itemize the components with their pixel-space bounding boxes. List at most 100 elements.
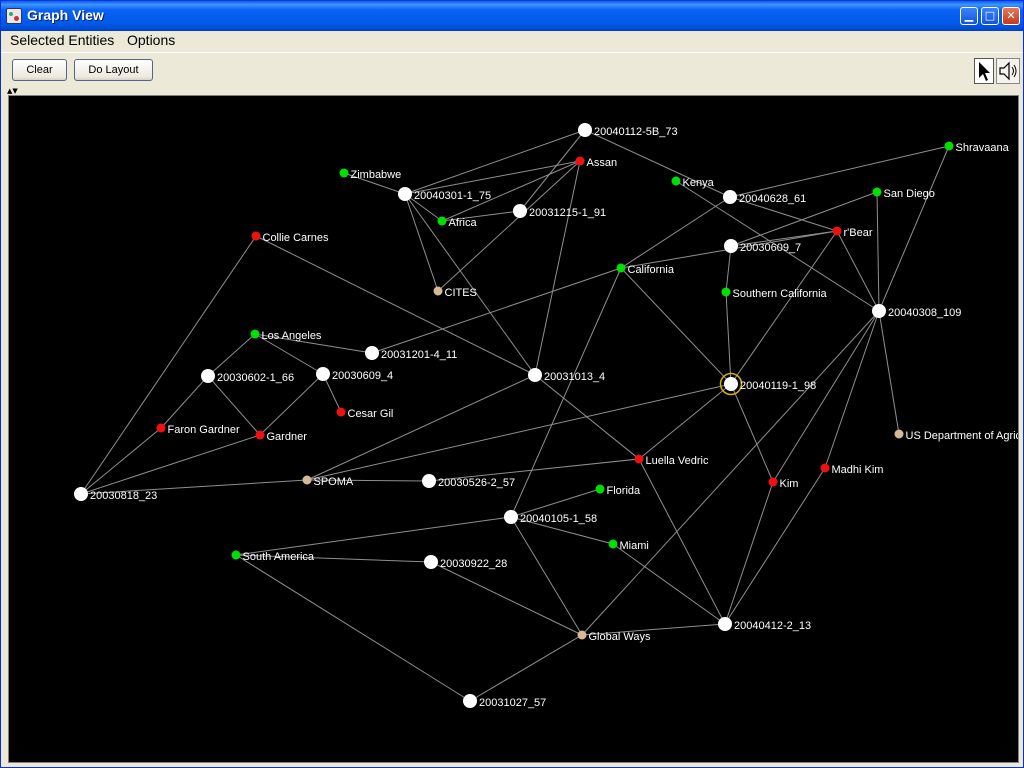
graph-node[interactable]: South America	[231, 550, 315, 564]
graph-node[interactable]: 20030609_4	[316, 367, 393, 382]
graph-node[interactable]: Kim	[768, 477, 799, 491]
graph-node[interactable]: 20031201-4_11	[365, 346, 457, 361]
graph-node[interactable]: Luella Vedric	[634, 454, 709, 468]
organization-node-dot[interactable]	[894, 429, 904, 439]
graph-node[interactable]: Shravaana	[944, 141, 1010, 155]
place-node-dot[interactable]	[608, 539, 618, 549]
node-label: Collie Carnes	[263, 232, 330, 244]
minimize-button[interactable]: ▁	[960, 7, 978, 25]
event-node-dot[interactable]	[422, 474, 436, 488]
graph-edge	[510, 267, 622, 518]
graph-node[interactable]: 20031027_57	[463, 694, 546, 709]
pointer-tool-button[interactable]	[974, 58, 994, 84]
event-node-dot[interactable]	[365, 346, 379, 360]
title-bar[interactable]: Graph View ▁ □ ✕	[1, 1, 1023, 31]
graph-node[interactable]: 20040412-2_13	[718, 617, 811, 632]
graph-node[interactable]: 20030526-2_57	[422, 474, 515, 489]
graph-svg[interactable]: 20040112-5B_73 Assan Kenya Shravaana Zimbabw…	[9, 96, 1019, 763]
place-node-dot[interactable]	[944, 141, 954, 151]
graph-node[interactable]: 20031013_4	[528, 368, 605, 383]
organization-node-dot[interactable]	[302, 475, 312, 485]
event-node-dot[interactable]	[74, 487, 88, 501]
graph-edge	[404, 129, 586, 195]
place-node-dot[interactable]	[671, 176, 681, 186]
person-node-dot[interactable]	[251, 231, 261, 241]
maximize-button[interactable]: □	[981, 7, 999, 25]
event-node-dot[interactable]	[504, 510, 518, 524]
place-node-dot[interactable]	[595, 484, 605, 494]
graph-node[interactable]: Gardner	[255, 430, 308, 444]
event-node-dot[interactable]	[528, 368, 542, 382]
graph-node[interactable]: 20040112-5B_73	[578, 123, 678, 138]
event-node-dot[interactable]	[201, 369, 215, 383]
organization-node-dot[interactable]	[433, 286, 443, 296]
event-node-dot[interactable]	[398, 187, 412, 201]
graph-node[interactable]: 20040105-1_58	[504, 510, 597, 525]
graph-node[interactable]: Global Ways	[577, 630, 651, 644]
event-node-dot[interactable]	[316, 367, 330, 381]
organization-node-dot[interactable]	[577, 630, 587, 640]
person-node-dot[interactable]	[634, 454, 644, 464]
graph-node[interactable]: 20040119-1_98	[719, 372, 817, 396]
graph-node[interactable]: Southern California	[721, 287, 828, 301]
graph-node[interactable]: Madhi Kim	[820, 463, 884, 477]
place-node-dot[interactable]	[872, 187, 882, 197]
node-label: 20030526-2_57	[438, 477, 515, 489]
menu-options[interactable]: Options	[127, 32, 175, 48]
graph-node[interactable]: Florida	[595, 484, 642, 498]
graph-canvas[interactable]: 20040112-5B_73 Assan Kenya Shravaana Zimbabw…	[8, 95, 1019, 763]
place-node-dot[interactable]	[250, 329, 260, 339]
do-layout-button[interactable]: Do Layout	[74, 59, 153, 81]
person-node-dot[interactable]	[768, 477, 778, 487]
graph-node[interactable]: 20040628_61	[723, 190, 806, 205]
splitter-arrows-icon[interactable]: ▲▼	[7, 87, 18, 95]
graph-node[interactable]: CITES	[433, 286, 477, 300]
person-node-dot[interactable]	[575, 156, 585, 166]
place-node-dot[interactable]	[437, 216, 447, 226]
event-node-dot[interactable]	[718, 617, 732, 631]
graph-node[interactable]: Faron Gardner	[156, 423, 240, 437]
graph-node[interactable]: Kenya	[671, 176, 715, 190]
menu-selected-entities[interactable]: Selected Entities	[10, 32, 114, 48]
graph-node[interactable]: 20030922_28	[424, 555, 507, 570]
person-node-dot[interactable]	[832, 226, 842, 236]
event-node-dot[interactable]	[578, 123, 592, 137]
place-node-dot[interactable]	[231, 550, 241, 560]
graph-node[interactable]: SPOMA	[302, 475, 354, 489]
graph-node[interactable]: Cesar Gil	[336, 407, 394, 421]
clear-button[interactable]: Clear	[12, 59, 67, 81]
person-node-dot[interactable]	[820, 463, 830, 473]
event-node-dot[interactable]	[724, 239, 738, 253]
node-label: Miami	[620, 540, 649, 552]
graph-node[interactable]: 20030602-1_66	[201, 369, 294, 384]
place-node-dot[interactable]	[616, 263, 626, 273]
graph-node[interactable]: 20040308_109	[872, 304, 961, 319]
graph-node[interactable]: 20031215-1_91	[513, 204, 606, 219]
graph-node[interactable]: r'Bear	[832, 226, 873, 240]
graph-node[interactable]: US Department of Agric	[894, 429, 1020, 443]
event-node-dot[interactable]	[513, 204, 527, 218]
place-node-dot[interactable]	[339, 168, 349, 178]
graph-node[interactable]: Collie Carnes	[251, 231, 330, 245]
person-node-dot[interactable]	[156, 423, 166, 433]
event-node-dot[interactable]	[723, 190, 737, 204]
graph-node[interactable]: San Diego	[872, 187, 935, 201]
graph-node[interactable]: Assan	[575, 156, 618, 170]
event-node-dot[interactable]	[463, 694, 477, 708]
graph-node[interactable]: Miami	[608, 539, 649, 553]
graph-node[interactable]: 20030609_7	[724, 239, 801, 254]
graph-node[interactable]: 20040301-1_75	[398, 187, 491, 202]
splitter[interactable]: ▲▼	[1, 87, 1023, 95]
event-node-dot[interactable]	[724, 377, 738, 391]
place-node-dot[interactable]	[721, 287, 731, 297]
event-node-dot[interactable]	[872, 304, 886, 318]
graph-node[interactable]: Los Angeles	[250, 329, 322, 343]
event-node-dot[interactable]	[424, 555, 438, 569]
person-node-dot[interactable]	[336, 407, 346, 417]
node-label: Kenya	[683, 177, 715, 189]
audio-tool-button[interactable]	[996, 58, 1020, 84]
person-node-dot[interactable]	[255, 430, 265, 440]
graph-node[interactable]: Africa	[437, 216, 478, 230]
node-label: 20040628_61	[739, 193, 806, 205]
close-button[interactable]: ✕	[1002, 7, 1020, 25]
